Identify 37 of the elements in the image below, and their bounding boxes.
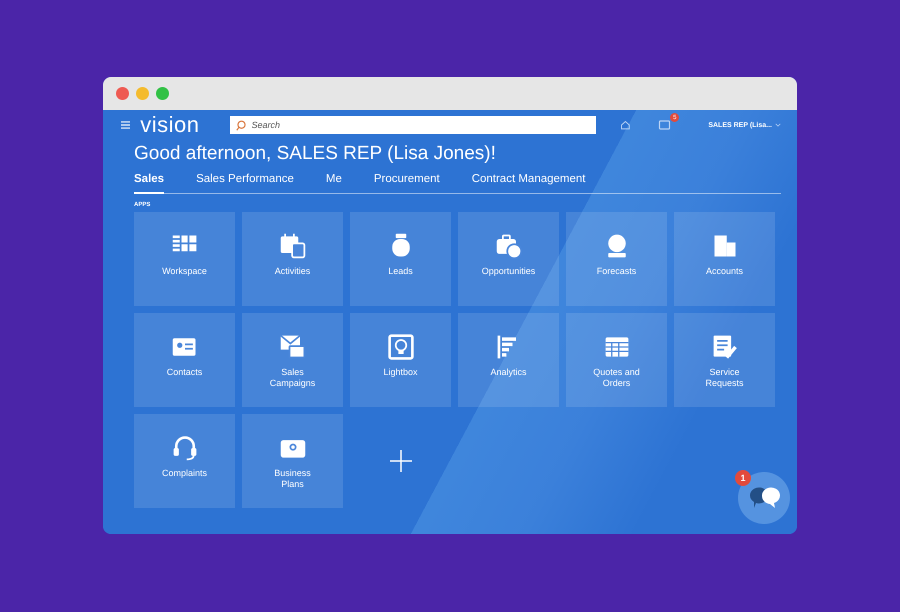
headset-icon: [170, 434, 198, 462]
tab[interactable]: Procurement: [374, 169, 440, 194]
app-tile[interactable]: Quotes and Orders: [566, 313, 667, 407]
calendar-icon: [278, 232, 306, 260]
tab[interactable]: Me: [326, 169, 342, 194]
close-button[interactable]: [116, 87, 129, 100]
notification-icon[interactable]: [658, 118, 672, 132]
chat-badge: 1: [735, 470, 751, 486]
app-tile[interactable]: Business Plans: [242, 414, 343, 508]
maximize-button[interactable]: [156, 87, 169, 100]
greeting: Good afternoon, SALES REP (Lisa Jones)!: [134, 143, 497, 165]
tab[interactable]: Contract Management: [472, 169, 586, 194]
app-tile[interactable]: Contacts: [134, 313, 235, 407]
app-tile[interactable]: Lightbox: [350, 313, 451, 407]
app-tile[interactable]: Complaints: [134, 414, 235, 508]
lightbulb-icon: [386, 333, 414, 361]
briefcase-icon: [494, 232, 522, 260]
app-tile[interactable]: Leads: [350, 212, 451, 306]
app-tile[interactable]: Analytics: [458, 313, 559, 407]
app-tile[interactable]: Activities: [242, 212, 343, 306]
logo: vision: [140, 112, 200, 138]
tab[interactable]: Sales: [134, 169, 164, 194]
chat-button[interactable]: 1: [738, 472, 790, 524]
app-tile[interactable]: Sales Campaigns: [242, 313, 343, 407]
app-tile[interactable]: Forecasts: [566, 212, 667, 306]
add-icon[interactable]: [388, 449, 412, 473]
form-wrench-icon: [710, 333, 738, 361]
search-icon: [236, 120, 247, 131]
menu-icon[interactable]: [121, 120, 130, 130]
app-tile[interactable]: Workspace: [134, 212, 235, 306]
app-tile[interactable]: Service Requests: [674, 313, 775, 407]
search-field[interactable]: Search: [230, 116, 596, 134]
app-tile[interactable]: Opportunities: [458, 212, 559, 306]
chevron-down-icon[interactable]: [775, 123, 781, 127]
home-icon[interactable]: [620, 118, 630, 132]
tab[interactable]: Sales Performance: [196, 169, 294, 194]
app-tile[interactable]: Accounts: [674, 212, 775, 306]
